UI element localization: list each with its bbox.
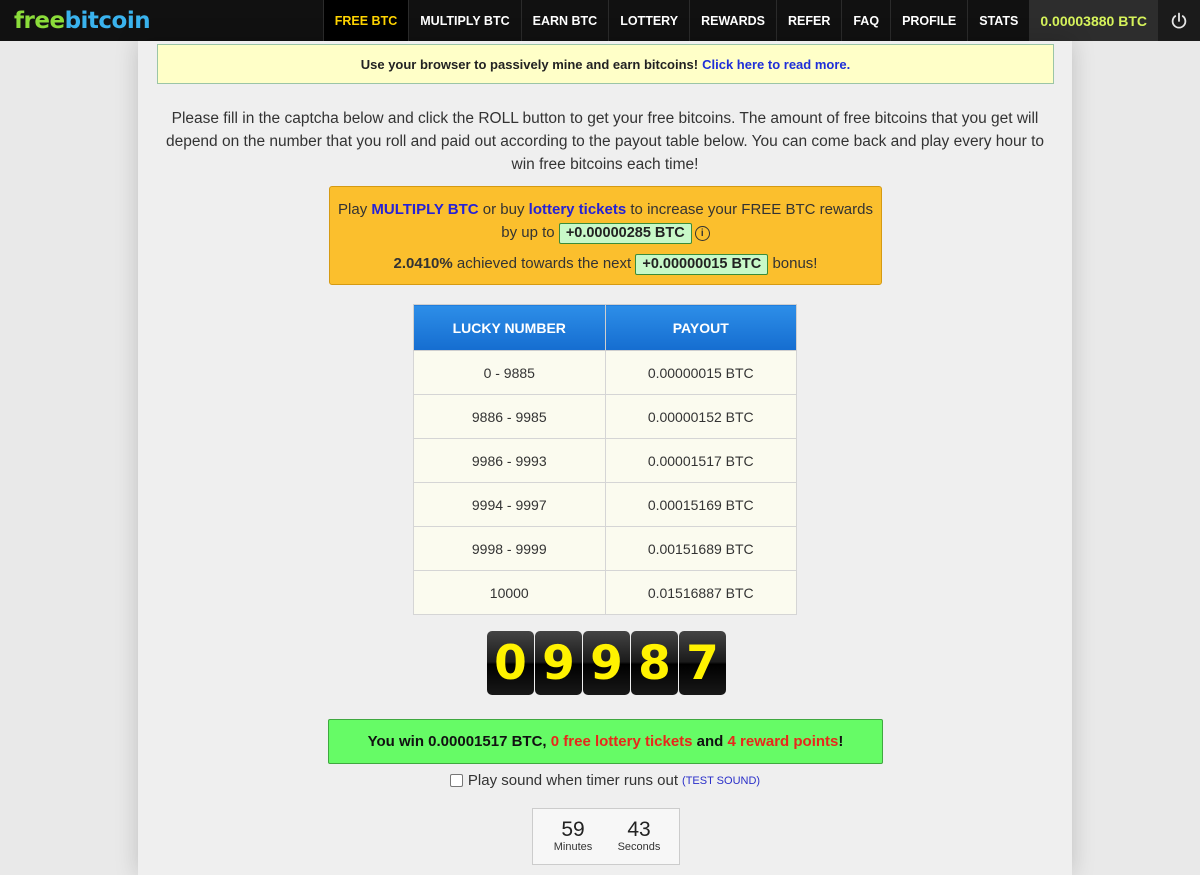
lucky-range-cell: 9998 - 9999	[413, 526, 606, 571]
timer-minutes-label: Minutes	[553, 841, 593, 853]
win-lottery-tickets: 0 free lottery tickets	[550, 733, 693, 750]
nav-refer[interactable]: REFER	[775, 0, 841, 41]
payout-cell: 0.00001517 BTC	[604, 438, 797, 483]
payout-header-row: LUCKY NUMBER PAYOUT	[413, 304, 797, 351]
logout-button[interactable]	[1158, 0, 1200, 41]
nav-stats[interactable]: STATS	[967, 0, 1029, 41]
table-row: 9886 - 9985 0.00000152 BTC	[413, 394, 797, 439]
lucky-range-cell: 10000	[413, 570, 606, 615]
table-row: 0 - 9885 0.00000015 BTC	[413, 350, 797, 395]
balance-display: 0.00003880 BTC	[1029, 0, 1158, 41]
timer-minutes: 59 Minutes	[547, 809, 599, 864]
roll-digit-1: 0	[487, 631, 534, 695]
header-payout: PAYOUT	[604, 304, 797, 351]
table-row: 9994 - 9997 0.00015169 BTC	[413, 482, 797, 527]
roll-result-digits: 0 9 9 8 7	[487, 631, 726, 695]
header-lucky-number: LUCKY NUMBER	[413, 304, 606, 351]
roll-digit-4: 8	[631, 631, 678, 695]
win-amount-text: You win 0.00001517 BTC,	[367, 733, 547, 750]
payout-cell: 0.00151689 BTC	[604, 526, 797, 571]
win-reward-points: 4 reward points	[727, 733, 839, 750]
nav-rewards[interactable]: REWARDS	[689, 0, 776, 41]
table-row: 10000 0.01516887 BTC	[413, 570, 797, 615]
lucky-range-cell: 9986 - 9993	[413, 438, 606, 483]
power-icon	[1171, 12, 1187, 29]
roll-digit-2: 9	[535, 631, 582, 695]
bonus-multiply-link[interactable]: MULTIPLY BTC	[371, 201, 478, 218]
lucky-range-cell: 9886 - 9985	[413, 394, 606, 439]
roll-digit-5: 7	[679, 631, 726, 695]
freebitcoin-logo[interactable]: free bitcoin	[0, 0, 151, 41]
nav-earn-btc[interactable]: EARN BTC	[520, 0, 609, 41]
bonus-achieved-text: achieved towards the next	[456, 255, 632, 272]
roll-digit-3: 9	[583, 631, 630, 695]
next-bonus-badge: +0.00000015 BTC	[635, 254, 769, 275]
mining-notice: Use your browser to passively mine and e…	[157, 44, 1054, 84]
main-panel: Use your browser to passively mine and e…	[138, 41, 1072, 875]
bonus-word: bonus!	[772, 255, 818, 272]
main-nav: FREE BTC MULTIPLY BTC EARN BTC LOTTERY R…	[322, 0, 1200, 41]
payout-cell: 0.00000152 BTC	[604, 394, 797, 439]
timer-seconds-label: Seconds	[617, 841, 661, 853]
bonus-lottery-link[interactable]: lottery tickets	[529, 201, 627, 218]
countdown-timer: 59 Minutes 43 Seconds	[532, 808, 680, 865]
bonus-or-buy-text: or buy	[482, 201, 525, 218]
table-row: 9986 - 9993 0.00001517 BTC	[413, 438, 797, 483]
notice-read-more-link[interactable]: Click here to read more.	[702, 57, 850, 72]
timer-minutes-value: 59	[561, 818, 585, 841]
table-row: 9998 - 9999 0.00151689 BTC	[413, 526, 797, 571]
logo-free-text: free	[14, 7, 65, 34]
win-and-text: and	[696, 733, 724, 750]
timer-seconds-value: 43	[627, 818, 651, 841]
bonus-percent: 2.0410%	[393, 255, 453, 272]
timer-seconds: 43 Seconds	[613, 809, 665, 864]
nav-free-btc[interactable]: FREE BTC	[322, 0, 409, 41]
lucky-range-cell: 9994 - 9997	[413, 482, 606, 527]
nav-lottery[interactable]: LOTTERY	[608, 0, 689, 41]
bonus-play-text: Play	[338, 201, 368, 218]
win-suffix: !	[838, 733, 844, 750]
lucky-range-cell: 0 - 9885	[413, 350, 606, 395]
payout-cell: 0.01516887 BTC	[604, 570, 797, 615]
top-navbar: free bitcoin FREE BTC MULTIPLY BTC EARN B…	[0, 0, 1200, 41]
sound-option: Play sound when timer runs out (TEST SOU…	[138, 772, 1072, 789]
nav-multiply-btc[interactable]: MULTIPLY BTC	[408, 0, 520, 41]
notice-text: Use your browser to passively mine and e…	[360, 56, 699, 72]
logo-bitcoin-text: bitcoin	[64, 7, 151, 34]
nav-faq[interactable]: FAQ	[841, 0, 890, 41]
payout-cell: 0.00015169 BTC	[604, 482, 797, 527]
bonus-box: Play MULTIPLY BTC or buy lottery tickets…	[329, 186, 882, 285]
intro-text: Please fill in the captcha below and cli…	[165, 110, 1045, 173]
nav-profile[interactable]: PROFILE	[890, 0, 967, 41]
play-sound-label: Play sound when timer runs out	[467, 772, 679, 789]
max-bonus-badge: +0.00000285 BTC	[558, 223, 692, 244]
win-message: You win 0.00001517 BTC, 0 free lottery t…	[328, 719, 883, 764]
payout-cell: 0.00000015 BTC	[604, 350, 797, 395]
test-sound-link[interactable]: (TEST SOUND)	[682, 775, 760, 787]
payout-table: LUCKY NUMBER PAYOUT 0 - 9885 0.00000015 …	[413, 304, 797, 615]
play-sound-checkbox[interactable]	[449, 774, 463, 787]
info-icon[interactable]: i	[694, 225, 710, 241]
